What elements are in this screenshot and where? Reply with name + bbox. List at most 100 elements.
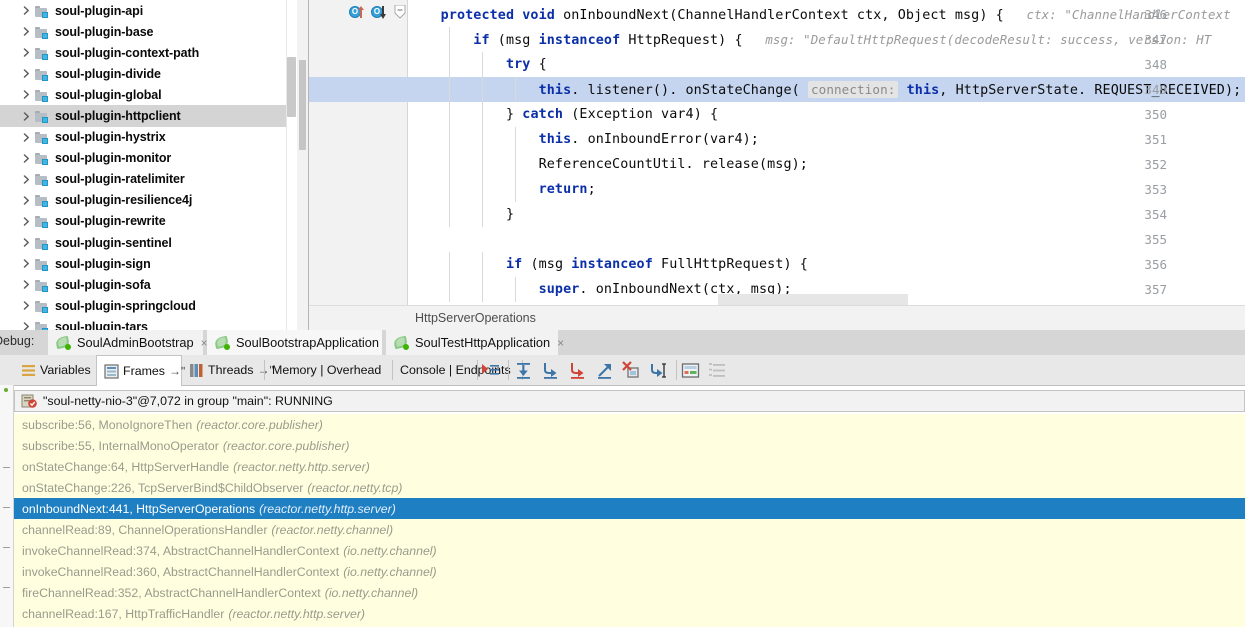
editor-fold-strip	[718, 294, 908, 305]
drop-frame-icon[interactable]	[622, 361, 641, 380]
scrollbar-thumb[interactable]	[287, 57, 296, 117]
chevron-right-icon[interactable]	[18, 111, 34, 121]
run-tab-SoulTestHttpApplication[interactable]: SoulTestHttpApplication ×	[386, 330, 564, 355]
tree-item-soul-plugin-api[interactable]: soul-plugin-api	[0, 0, 297, 21]
debug-tab-memory-overhead[interactable]: Memory | Overhead	[265, 355, 393, 385]
debug-tab-frames[interactable]: Frames →ʺ	[96, 355, 185, 386]
tree-item-soul-plugin-sentinel[interactable]: soul-plugin-sentinel	[0, 232, 297, 253]
run-tab-label: SoulAdminBootstrap	[77, 335, 194, 350]
tree-item-soul-plugin-sofa[interactable]: soul-plugin-sofa	[0, 274, 297, 295]
code-fold-icon[interactable]	[394, 4, 406, 19]
tree-item-soul-plugin-hystrix[interactable]: soul-plugin-hystrix	[0, 127, 297, 148]
tree-item-label: soul-plugin-base	[55, 24, 154, 39]
tree-item-soul-plugin-resilience4j[interactable]: soul-plugin-resilience4j	[0, 190, 297, 211]
indent-guide	[482, 252, 483, 277]
step-into-icon[interactable]	[541, 361, 560, 380]
chevron-right-icon[interactable]	[18, 322, 34, 330]
debug-tab-threads[interactable]: Threads →ʺ	[182, 355, 274, 385]
show-execution-point-icon[interactable]	[481, 361, 500, 380]
code-text-area[interactable]: protected void onInboundNext(ChannelHand…	[309, 0, 1245, 305]
code-line[interactable]: ReferenceCountUtil. release(msg);	[408, 152, 808, 177]
chevron-right-icon[interactable]	[18, 6, 34, 15]
frames-left-rail	[0, 385, 14, 627]
code-token: }	[408, 207, 515, 222]
frame-row[interactable]: channelRead:89, ChannelOperationsHandler…	[14, 519, 1245, 540]
chevron-right-icon[interactable]	[18, 301, 34, 311]
close-icon[interactable]: ×	[557, 337, 564, 349]
tree-item-soul-plugin-sign[interactable]: soul-plugin-sign	[0, 253, 297, 274]
code-line[interactable]: try {	[408, 52, 547, 77]
frame-row[interactable]: onStateChange:64, HttpServerHandle (react…	[14, 456, 1245, 477]
settings-list-icon[interactable]	[708, 361, 727, 380]
chevron-right-icon[interactable]	[18, 153, 34, 163]
frame-row[interactable]: fireChannelRead:352, AbstractChannelHand…	[14, 582, 1245, 603]
implementing-method-icon[interactable]: O	[371, 4, 388, 21]
code-token: catch	[522, 107, 572, 122]
debug-tab-console-endpoints[interactable]: Console | Endpoints	[393, 355, 523, 385]
code-line[interactable]: }	[408, 202, 514, 227]
tree-item-soul-plugin-monitor[interactable]: soul-plugin-monitor	[0, 148, 297, 169]
tree-item-soul-plugin-tars[interactable]: soul-plugin-tars	[0, 316, 297, 330]
code-line[interactable]: if (msg instanceof FullHttpRequest) {	[408, 252, 808, 277]
project-tree-scrollbar[interactable]	[286, 0, 297, 330]
frame-row[interactable]: invokeChannelRead:360, AbstractChannelHa…	[14, 561, 1245, 582]
run-tab-SoulBootstrapApplication[interactable]: SoulBootstrapApplication×	[207, 330, 393, 355]
code-line[interactable]: } catch (Exception var4) {	[408, 102, 718, 127]
frame-row[interactable]: onInboundNext:441, HttpServerOperations(…	[14, 498, 1245, 519]
frames-list[interactable]: subscribe:56, MonoIgnoreThen (reactor.cor…	[14, 414, 1245, 627]
tree-item-soul-plugin-base[interactable]: soul-plugin-base	[0, 21, 297, 42]
tree-item-soul-plugin-springcloud[interactable]: soul-plugin-springcloud	[0, 295, 297, 316]
chevron-right-icon[interactable]	[18, 280, 34, 290]
code-line[interactable]: protected void onInboundNext(ChannelHand…	[408, 2, 1231, 27]
chevron-right-icon[interactable]	[18, 175, 34, 184]
frame-row[interactable]: invokeChannelRead:374, AbstractChannelHa…	[14, 540, 1245, 561]
module-folder-icon	[34, 192, 50, 208]
line-number: 352	[1144, 157, 1167, 172]
editor-breadcrumb[interactable]: HttpServerOperations	[309, 305, 1245, 330]
tree-item-soul-plugin-ratelimiter[interactable]: soul-plugin-ratelimiter	[0, 169, 297, 190]
code-editor[interactable]: O O protected void onInboundNext(Channel…	[309, 0, 1245, 305]
run-tab-label: SoulBootstrapApplication	[236, 335, 379, 350]
tree-item-soul-plugin-global[interactable]: soul-plugin-global	[0, 84, 297, 105]
force-step-into-icon[interactable]	[568, 361, 587, 380]
step-over-icon[interactable]	[514, 361, 533, 380]
tree-item-soul-plugin-httpclient[interactable]: soul-plugin-httpclient	[0, 105, 297, 127]
chevron-right-icon[interactable]	[18, 90, 34, 100]
chevron-right-icon[interactable]	[18, 259, 34, 268]
debug-tab-label: Threads	[208, 363, 254, 377]
indent-guide	[449, 277, 450, 302]
tree-editor-splitter[interactable]	[297, 0, 309, 330]
code-line[interactable]: return;	[408, 177, 596, 202]
run-to-cursor-icon[interactable]	[649, 361, 668, 380]
debug-tab-variables[interactable]: Variables	[14, 355, 96, 385]
tree-item-soul-plugin-rewrite[interactable]: soul-plugin-rewrite	[0, 211, 297, 232]
override-method-icon[interactable]: O	[349, 4, 366, 21]
chevron-right-icon[interactable]	[18, 48, 34, 57]
run-tab-SoulAdminBootstrap[interactable]: SoulAdminBootstrap ×	[48, 330, 208, 355]
frame-row[interactable]: subscribe:55, InternalMonoOperator (react…	[14, 435, 1245, 456]
code-token: this	[538, 132, 572, 147]
frame-row[interactable]: channelRead:167, HttpTrafficHandler (reac…	[14, 603, 1245, 624]
step-out-icon[interactable]	[595, 361, 614, 380]
code-line[interactable]: this. onInboundError(var4);	[408, 127, 759, 152]
editor-gutter[interactable]	[309, 0, 408, 305]
chevron-right-icon[interactable]	[18, 196, 34, 205]
frames-icon	[104, 363, 119, 379]
tree-item-soul-plugin-context-path[interactable]: soul-plugin-context-path	[0, 42, 297, 63]
code-line[interactable]: if (msg instanceof HttpRequest) { msg: "…	[408, 27, 1211, 52]
debug-tab-label: Memory | Overhead	[272, 363, 382, 377]
chevron-right-icon[interactable]	[18, 132, 34, 142]
project-tree[interactable]: soul-plugin-api soul-plugin-base soul-plug…	[0, 0, 297, 330]
frame-row[interactable]: subscribe:56, MonoIgnoreThen (reactor.cor…	[14, 414, 1245, 435]
evaluate-expression-icon[interactable]	[681, 361, 700, 380]
chevron-right-icon[interactable]	[18, 238, 34, 247]
frame-row[interactable]: onStateChange:226, TcpServerBind$ChildOb…	[14, 477, 1245, 498]
code-line[interactable]: this. listener(). onStateChange( connect…	[408, 77, 1241, 102]
chevron-right-icon[interactable]	[18, 217, 34, 226]
tree-item-soul-plugin-divide[interactable]: soul-plugin-divide	[0, 63, 297, 84]
tree-item-label: soul-plugin-springcloud	[55, 298, 196, 313]
thread-selector[interactable]: "soul-netty-nio-3"@7,072 in group "main"…	[14, 390, 1245, 412]
chevron-right-icon[interactable]	[18, 27, 34, 36]
chevron-right-icon[interactable]	[18, 69, 34, 79]
